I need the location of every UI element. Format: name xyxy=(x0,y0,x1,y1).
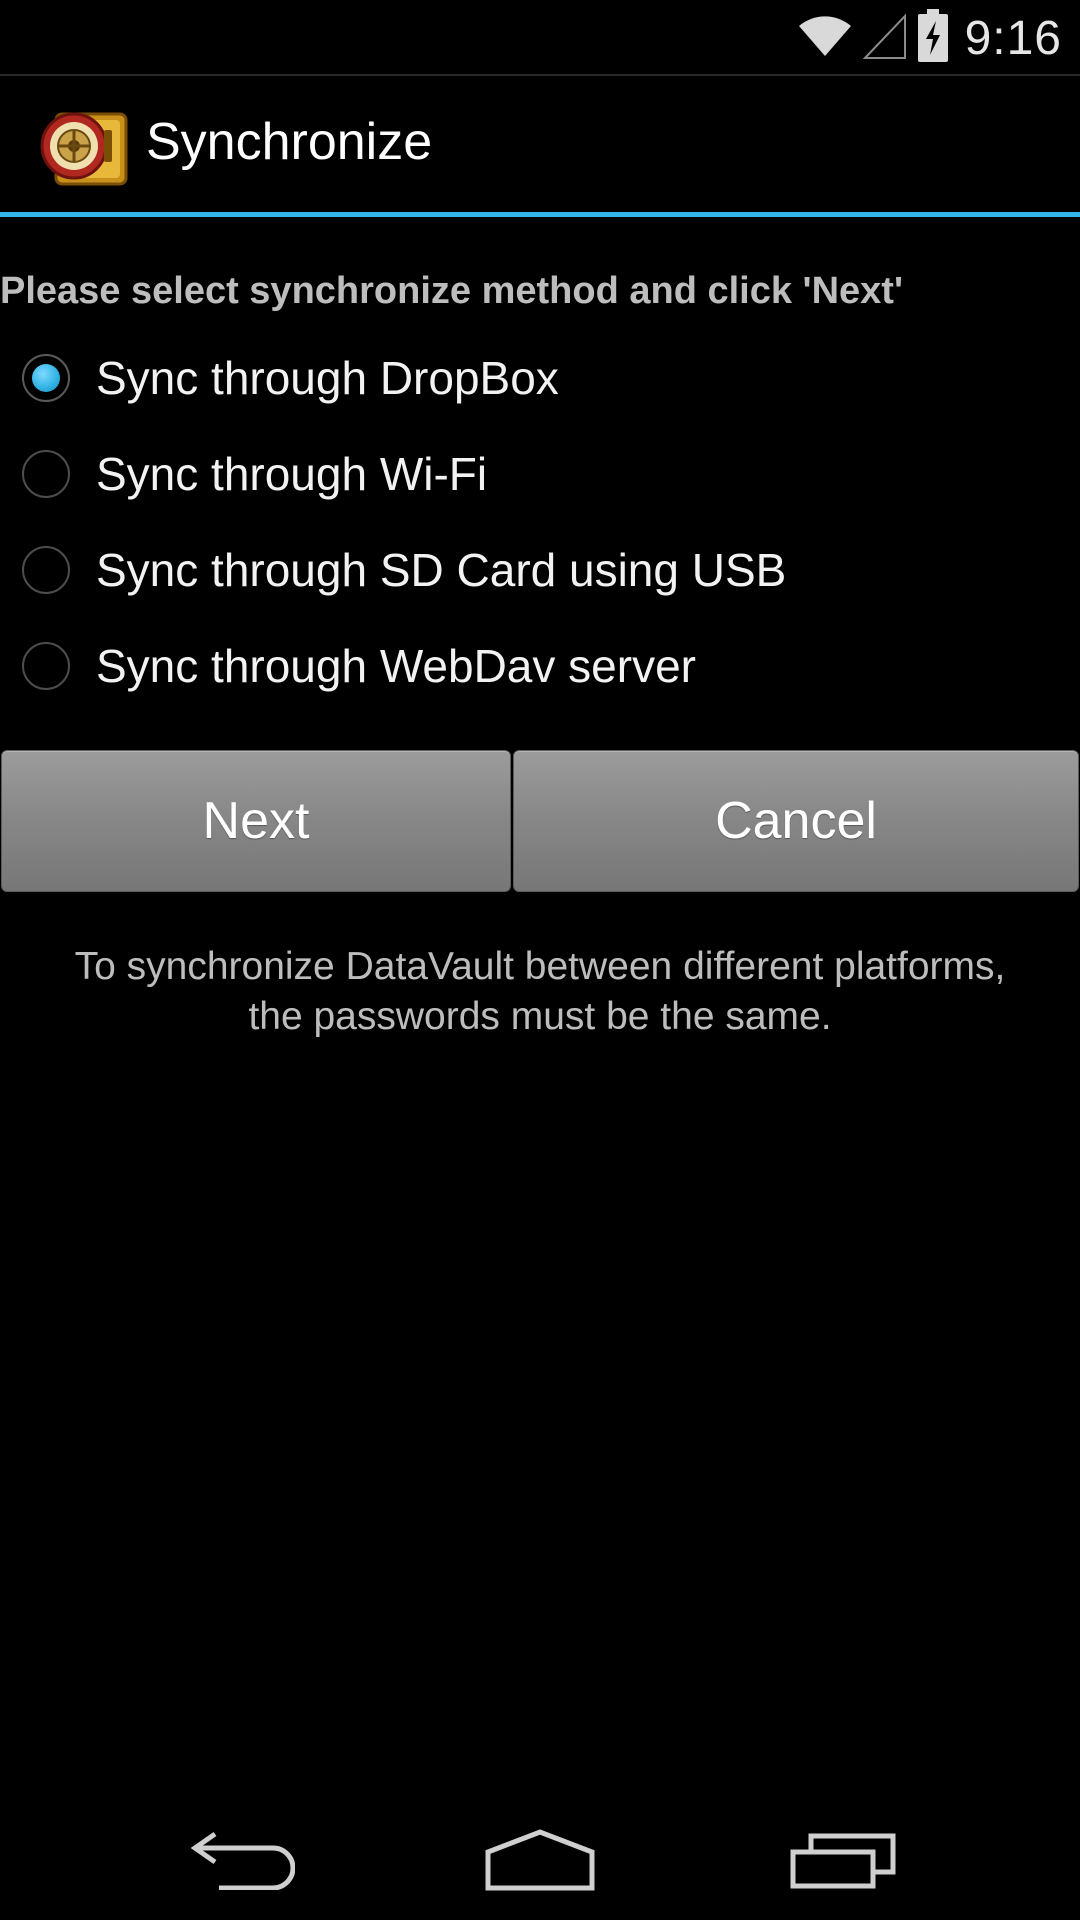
recent-apps-icon[interactable] xyxy=(773,1820,913,1900)
instruction-text: Please select synchronize method and cli… xyxy=(0,270,903,312)
status-time: 9:16 xyxy=(964,11,1062,65)
radio-selected-dot xyxy=(32,364,60,392)
button-row: Next Cancel xyxy=(0,750,1080,894)
radio-button-checked[interactable] xyxy=(22,354,70,402)
radio-label[interactable]: Sync through DropBox xyxy=(96,351,559,405)
radio-option-dropbox[interactable]: Sync through DropBox xyxy=(0,330,1080,426)
radio-option-webdav[interactable]: Sync through WebDav server xyxy=(0,618,1080,714)
radio-label[interactable]: Sync through WebDav server xyxy=(96,639,696,693)
home-icon[interactable] xyxy=(470,1820,610,1900)
cancel-button[interactable]: Cancel xyxy=(513,750,1079,892)
navigation-bar xyxy=(0,1800,1080,1920)
battery-charging-icon xyxy=(917,8,949,68)
back-icon[interactable] xyxy=(170,1820,310,1900)
app-logo-icon[interactable] xyxy=(38,100,130,192)
radio-button[interactable] xyxy=(22,450,70,498)
radio-label[interactable]: Sync through Wi-Fi xyxy=(96,447,487,501)
page-title: Synchronize xyxy=(146,113,433,171)
sync-note-line-1: To synchronize DataVault between differe… xyxy=(74,945,1006,988)
action-bar: Synchronize xyxy=(0,76,1080,214)
cell-signal-icon xyxy=(862,12,907,65)
radio-option-sd-card[interactable]: Sync through SD Card using USB xyxy=(0,522,1080,618)
wifi-icon xyxy=(797,14,853,63)
next-button[interactable]: Next xyxy=(1,750,511,892)
sync-note-line-2: the passwords must be the same. xyxy=(248,995,832,1038)
radio-button[interactable] xyxy=(22,546,70,594)
radio-label[interactable]: Sync through SD Card using USB xyxy=(96,543,786,597)
sync-method-radio-group: Sync through DropBox Sync through Wi-Fi … xyxy=(0,330,1080,714)
radio-button[interactable] xyxy=(22,642,70,690)
action-bar-divider xyxy=(0,212,1080,217)
status-bar: 9:16 xyxy=(0,0,1080,76)
sync-note: To synchronize DataVault between differe… xyxy=(0,942,1080,1042)
radio-option-wifi[interactable]: Sync through Wi-Fi xyxy=(0,426,1080,522)
status-icons: 9:16 xyxy=(797,8,1062,68)
